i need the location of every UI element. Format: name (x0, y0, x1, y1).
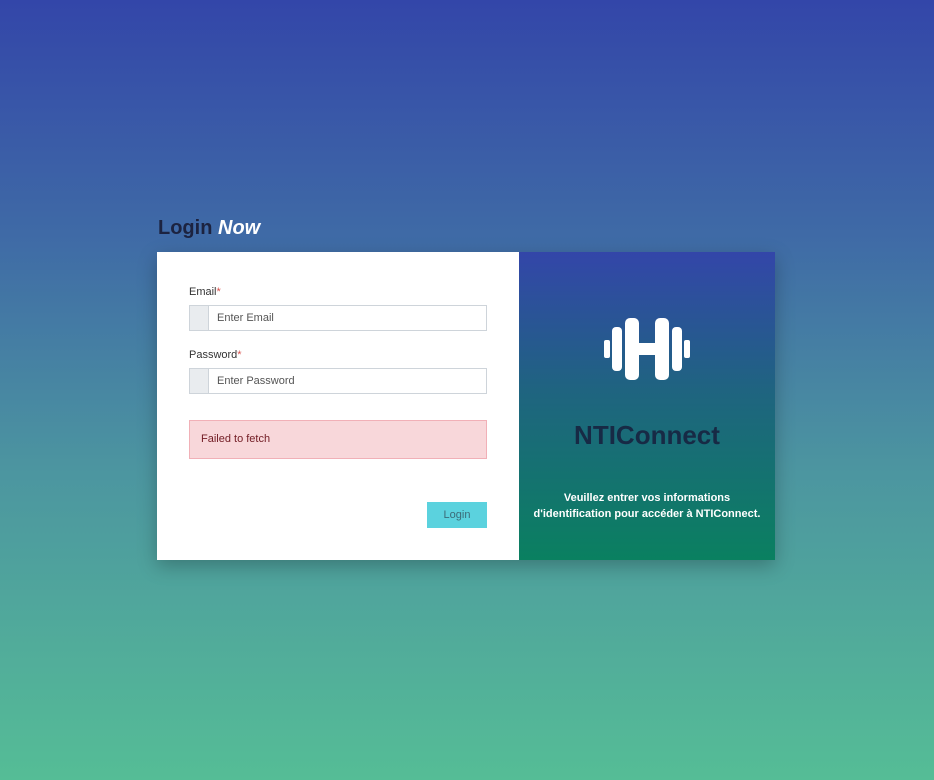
email-required-marker: * (216, 286, 221, 298)
login-form: Email* Password* Failed to fetch Login (157, 252, 519, 560)
password-input-addon (190, 369, 209, 393)
page-title: Login Now (158, 217, 260, 240)
password-required-marker: * (237, 349, 242, 361)
login-button[interactable]: Login (427, 502, 487, 528)
password-label-text: Password (189, 349, 238, 361)
title-accent: Now (218, 217, 261, 239)
dumbbell-icon (604, 318, 690, 380)
email-input[interactable] (209, 306, 486, 330)
password-input[interactable] (209, 369, 486, 393)
info-panel: NTIConnect Veuillez entrer vos informati… (519, 252, 775, 560)
password-input-group (189, 368, 487, 394)
email-input-addon (190, 306, 209, 330)
email-label-text: Email (189, 286, 217, 298)
error-alert: Failed to fetch (189, 420, 487, 459)
login-card: Email* Password* Failed to fetch Login N… (157, 252, 775, 560)
password-label: Password* (189, 349, 242, 361)
brand-name: NTIConnect (574, 420, 720, 450)
email-input-group (189, 305, 487, 331)
email-label: Email* (189, 286, 221, 298)
title-main: Login (158, 217, 213, 239)
info-description: Veuillez entrer vos informations d'ident… (533, 492, 761, 520)
